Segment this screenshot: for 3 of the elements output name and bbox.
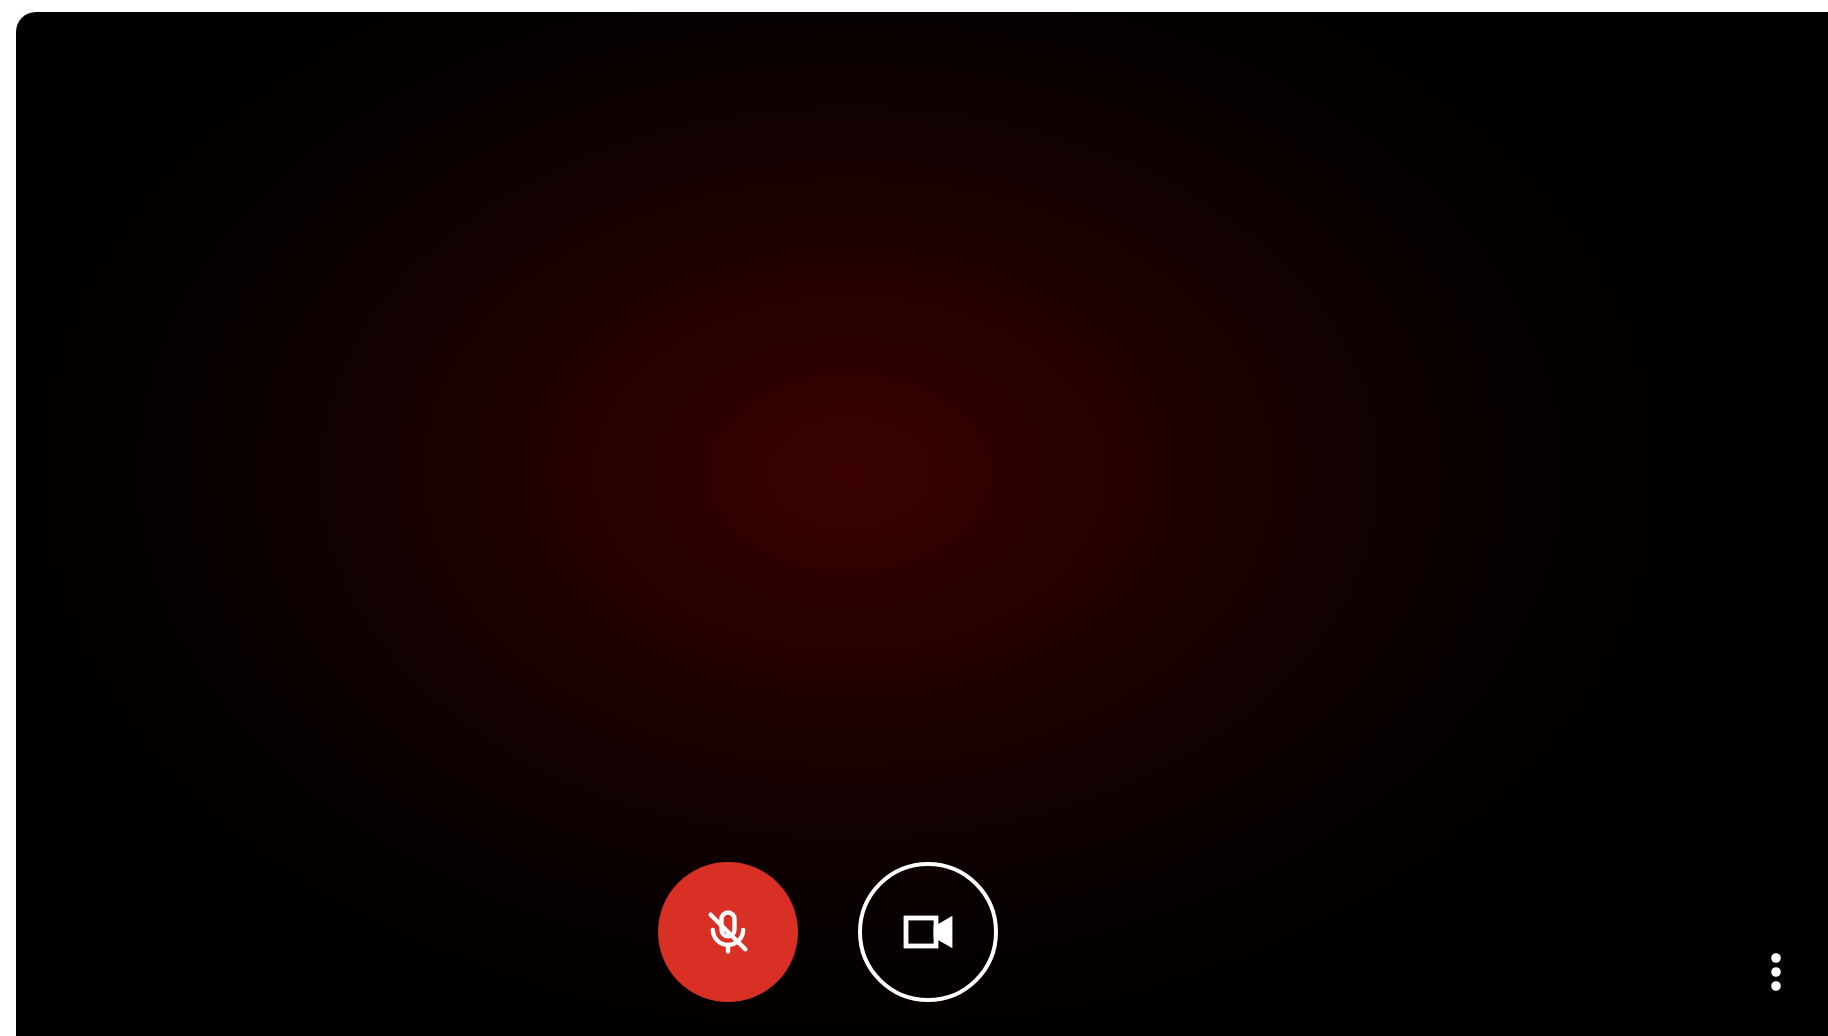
camera-button[interactable] <box>857 862 997 1002</box>
video-camera-icon <box>901 912 953 952</box>
more-vertical-icon <box>1770 952 1782 992</box>
